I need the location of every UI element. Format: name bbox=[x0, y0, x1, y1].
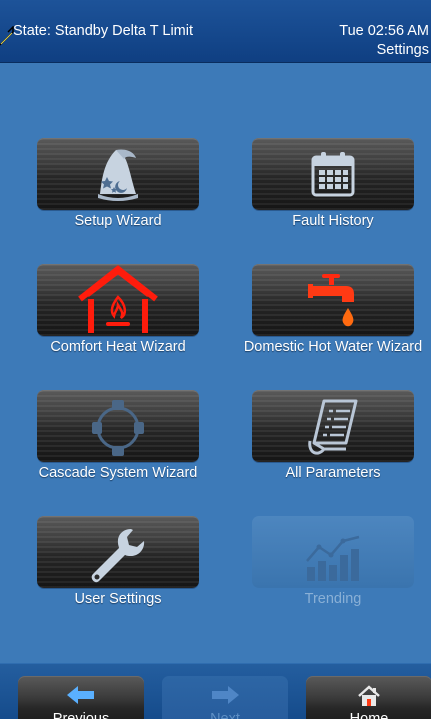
wrench-icon bbox=[91, 529, 145, 583]
arrow-left-icon bbox=[67, 686, 94, 704]
all-parameters-label: All Parameters bbox=[285, 465, 381, 481]
trending-face[interactable] bbox=[252, 516, 414, 588]
navigation-footer: Previous Next Home bbox=[0, 663, 431, 719]
user-settings-face[interactable] bbox=[37, 516, 199, 588]
cascade-network-icon bbox=[92, 400, 144, 456]
arrow-right-icon bbox=[212, 686, 239, 704]
document-list-icon bbox=[308, 399, 358, 455]
state-text: State: Standby Delta T Limit bbox=[13, 23, 194, 39]
status-header: State: Standby Delta T Limit Tue 02:56 A… bbox=[0, 0, 431, 63]
menu-grid: Setup Wizard Fault History Comfort Heat … bbox=[0, 63, 431, 663]
settings-screen: State: Standby Delta T Limit Tue 02:56 A… bbox=[0, 0, 431, 719]
fault-history-label: Fault History bbox=[292, 213, 374, 229]
previous-button[interactable]: Previous bbox=[18, 676, 144, 719]
next-label: Next bbox=[210, 711, 240, 719]
home-label: Home bbox=[349, 711, 389, 719]
comfort-heat-wizard-face[interactable] bbox=[37, 264, 199, 336]
clock-text: Tue 02:56 AM bbox=[339, 23, 429, 39]
domestic-hot-water-wizard-label: Domestic Hot Water Wizard bbox=[243, 339, 423, 355]
cascade-system-wizard-button[interactable]: Cascade System Wizard bbox=[37, 390, 199, 494]
setup-wizard-button[interactable]: Setup Wizard bbox=[37, 138, 199, 242]
calendar-icon bbox=[311, 152, 355, 197]
fault-history-button[interactable]: Fault History bbox=[252, 138, 414, 242]
trending-label: Trending bbox=[304, 591, 362, 607]
user-settings-button[interactable]: User Settings bbox=[37, 516, 199, 620]
user-settings-label: User Settings bbox=[74, 591, 162, 607]
faucet-drop-icon bbox=[308, 274, 354, 327]
wizard-hat-icon bbox=[98, 149, 138, 201]
next-button[interactable]: Next bbox=[162, 676, 288, 719]
domestic-hot-water-wizard-face[interactable] bbox=[252, 264, 414, 336]
domestic-hot-water-wizard-button[interactable]: Domestic Hot Water Wizard bbox=[244, 264, 422, 368]
pointer-arrow-icon bbox=[0, 26, 14, 46]
previous-label: Previous bbox=[52, 711, 110, 719]
home-button[interactable]: Home bbox=[306, 676, 431, 719]
all-parameters-button[interactable]: All Parameters bbox=[252, 390, 414, 494]
comfort-heat-wizard-button[interactable]: Comfort Heat Wizard bbox=[37, 264, 199, 368]
cascade-system-wizard-label: Cascade System Wizard bbox=[38, 465, 198, 481]
trend-chart-icon bbox=[306, 535, 360, 581]
all-parameters-face[interactable] bbox=[252, 390, 414, 462]
fault-history-face[interactable] bbox=[252, 138, 414, 210]
trending-button[interactable]: Trending bbox=[252, 516, 414, 620]
house-flame-icon bbox=[78, 265, 158, 333]
comfort-heat-wizard-label: Comfort Heat Wizard bbox=[50, 339, 186, 355]
setup-wizard-label: Setup Wizard bbox=[74, 213, 162, 229]
cascade-system-wizard-face[interactable] bbox=[37, 390, 199, 462]
setup-wizard-face[interactable] bbox=[37, 138, 199, 210]
home-icon bbox=[358, 685, 380, 706]
breadcrumb: Settings bbox=[376, 42, 429, 58]
